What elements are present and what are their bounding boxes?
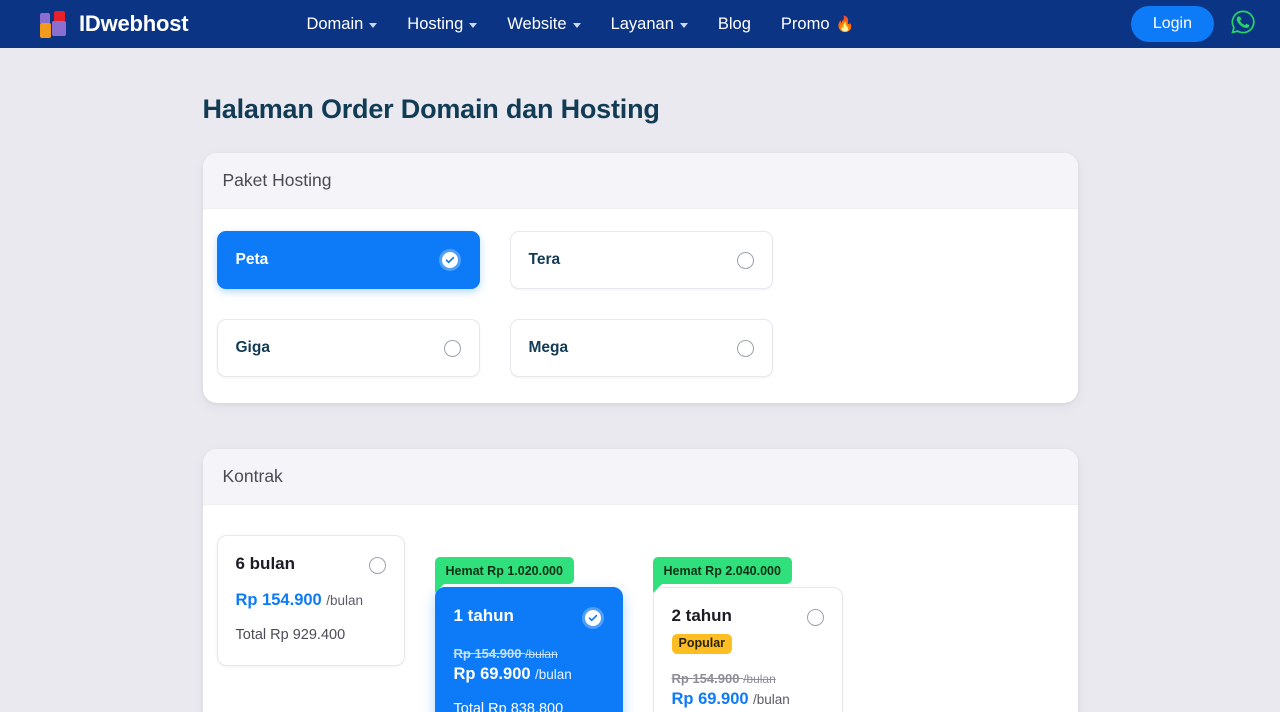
radio-unchecked-icon (806, 609, 824, 626)
contract-price-unit: /bulan (535, 667, 572, 682)
kontrak-body: 6 bulan Rp 154.900 /bulan Total Rp 929.4… (203, 505, 1078, 712)
nav-item-promo[interactable]: Promo 🔥 (781, 15, 854, 34)
contract-price: Rp 69.900 /bulan (672, 690, 824, 709)
check-circle-icon (438, 249, 461, 271)
contract-price-unit: /bulan (753, 691, 790, 707)
chevron-down-icon (679, 23, 688, 28)
package-option-tera[interactable]: Tera (509, 231, 773, 289)
contract-price-unit: /bulan (326, 593, 363, 608)
package-option-label: Mega (528, 339, 569, 356)
contract-slot-6-bulan: 6 bulan Rp 154.900 /bulan Total Rp 929.4… (216, 535, 405, 666)
package-option-mega[interactable]: Mega (509, 319, 773, 377)
contract-price-amount: Rp 154.900 (235, 591, 322, 609)
package-option-label: Peta (235, 251, 269, 268)
nav-item-website[interactable]: Website (507, 14, 581, 34)
nav-label-hosting: Hosting (407, 14, 464, 33)
paket-hosting-panel: Paket Hosting Peta Tera Giga Mega (202, 153, 1078, 403)
nav-label-blog: Blog (717, 14, 751, 33)
contract-card-2-tahun[interactable]: 2 tahun Popular Rp 154.900 /bulan Rp 69. (652, 587, 843, 712)
idwebhost-logo-icon (40, 10, 70, 38)
contract-options: 6 bulan Rp 154.900 /bulan Total Rp 929.4… (216, 527, 1064, 712)
nav-item-blog[interactable]: Blog (718, 15, 751, 34)
fire-icon: 🔥 (835, 15, 855, 33)
nav-item-layanan[interactable]: Layanan (611, 15, 688, 34)
brand-logo[interactable]: IDwebhost (40, 10, 189, 38)
page-title: Halaman Order Domain dan Hosting (202, 94, 660, 124)
nav-label-website: Website (507, 14, 567, 33)
login-button[interactable]: Login (1130, 6, 1214, 42)
brand-name: IDwebhost (79, 11, 189, 36)
contract-title: 6 bulan (235, 554, 296, 573)
contract-total: Total Rp 838.800 (453, 701, 564, 712)
contract-old-price-amount: Rp 154.900 (671, 670, 740, 686)
package-option-peta[interactable]: Peta (216, 231, 480, 289)
radio-unchecked-icon (736, 339, 754, 357)
whatsapp-icon[interactable] (1230, 9, 1256, 40)
package-option-label: Tera (528, 251, 561, 268)
nav-label-promo: Promo (780, 14, 830, 33)
package-option-giga[interactable]: Giga (216, 319, 480, 377)
kontrak-panel: Kontrak 6 bulan Rp 154.900 /bulan Total … (202, 449, 1078, 712)
contract-old-price-unit: /bulan (743, 671, 776, 686)
contract-price-amount: Rp 69.900 (671, 689, 749, 708)
contract-total: Total Rp 929.400 (235, 627, 346, 643)
main-nav: Domain Hosting Website Layanan Blog Prom… (306, 15, 854, 34)
contract-price: Rp 69.900 /bulan (454, 665, 604, 684)
popular-badge: Popular (671, 634, 733, 654)
chevron-down-icon (572, 23, 581, 28)
paket-hosting-heading: Paket Hosting (202, 153, 1078, 209)
contract-old-price-amount: Rp 154.900 (453, 646, 522, 661)
contract-old-price-unit: /bulan (525, 647, 558, 661)
radio-unchecked-icon (443, 339, 461, 357)
contract-card-1-tahun[interactable]: 1 tahun Rp 154.900 /bulan Rp 69.900 /bul… (434, 587, 623, 712)
chevron-down-icon (469, 23, 478, 28)
contract-title: 2 tahun (671, 606, 732, 625)
radio-unchecked-icon (368, 557, 386, 574)
content-container: Halaman Order Domain dan Hosting Paket H… (202, 94, 1078, 712)
contract-title: 1 tahun (453, 606, 514, 625)
contract-card-6-bulan[interactable]: 6 bulan Rp 154.900 /bulan Total Rp 929.4… (216, 535, 405, 666)
paket-hosting-options: Peta Tera Giga Mega (216, 231, 1064, 377)
nav-label-domain: Domain (306, 14, 364, 33)
contract-price: Rp 154.900 /bulan (236, 591, 386, 610)
radio-unchecked-icon (736, 251, 754, 269)
contract-old-price: Rp 154.900 /bulan (454, 646, 604, 661)
navbar-actions: Login (1130, 6, 1256, 42)
top-navbar: IDwebhost Domain Hosting Website Layanan… (0, 0, 1280, 48)
page-content: Halaman Order Domain dan Hosting Paket H… (0, 48, 1280, 712)
nav-label-layanan: Layanan (610, 14, 674, 33)
contract-price-amount: Rp 69.900 (453, 665, 531, 683)
savings-badge: Hemat Rp 2.040.000 (652, 557, 792, 593)
package-option-label: Giga (235, 339, 270, 356)
contract-slot-1-tahun: Hemat Rp 1.020.000 1 tahun Rp 154.900 /b… (434, 557, 623, 712)
nav-item-hosting[interactable]: Hosting (407, 14, 478, 34)
paket-hosting-body: Peta Tera Giga Mega (203, 209, 1078, 403)
contract-old-price: Rp 154.900 /bulan (672, 671, 824, 686)
savings-badge: Hemat Rp 1.020.000 (434, 557, 574, 593)
nav-item-domain[interactable]: Domain (306, 14, 378, 34)
check-circle-icon (581, 607, 604, 629)
kontrak-heading: Kontrak (202, 449, 1078, 505)
chevron-down-icon (369, 23, 378, 28)
contract-slot-2-tahun: Hemat Rp 2.040.000 2 tahun Popular Rp 15… (652, 557, 843, 712)
